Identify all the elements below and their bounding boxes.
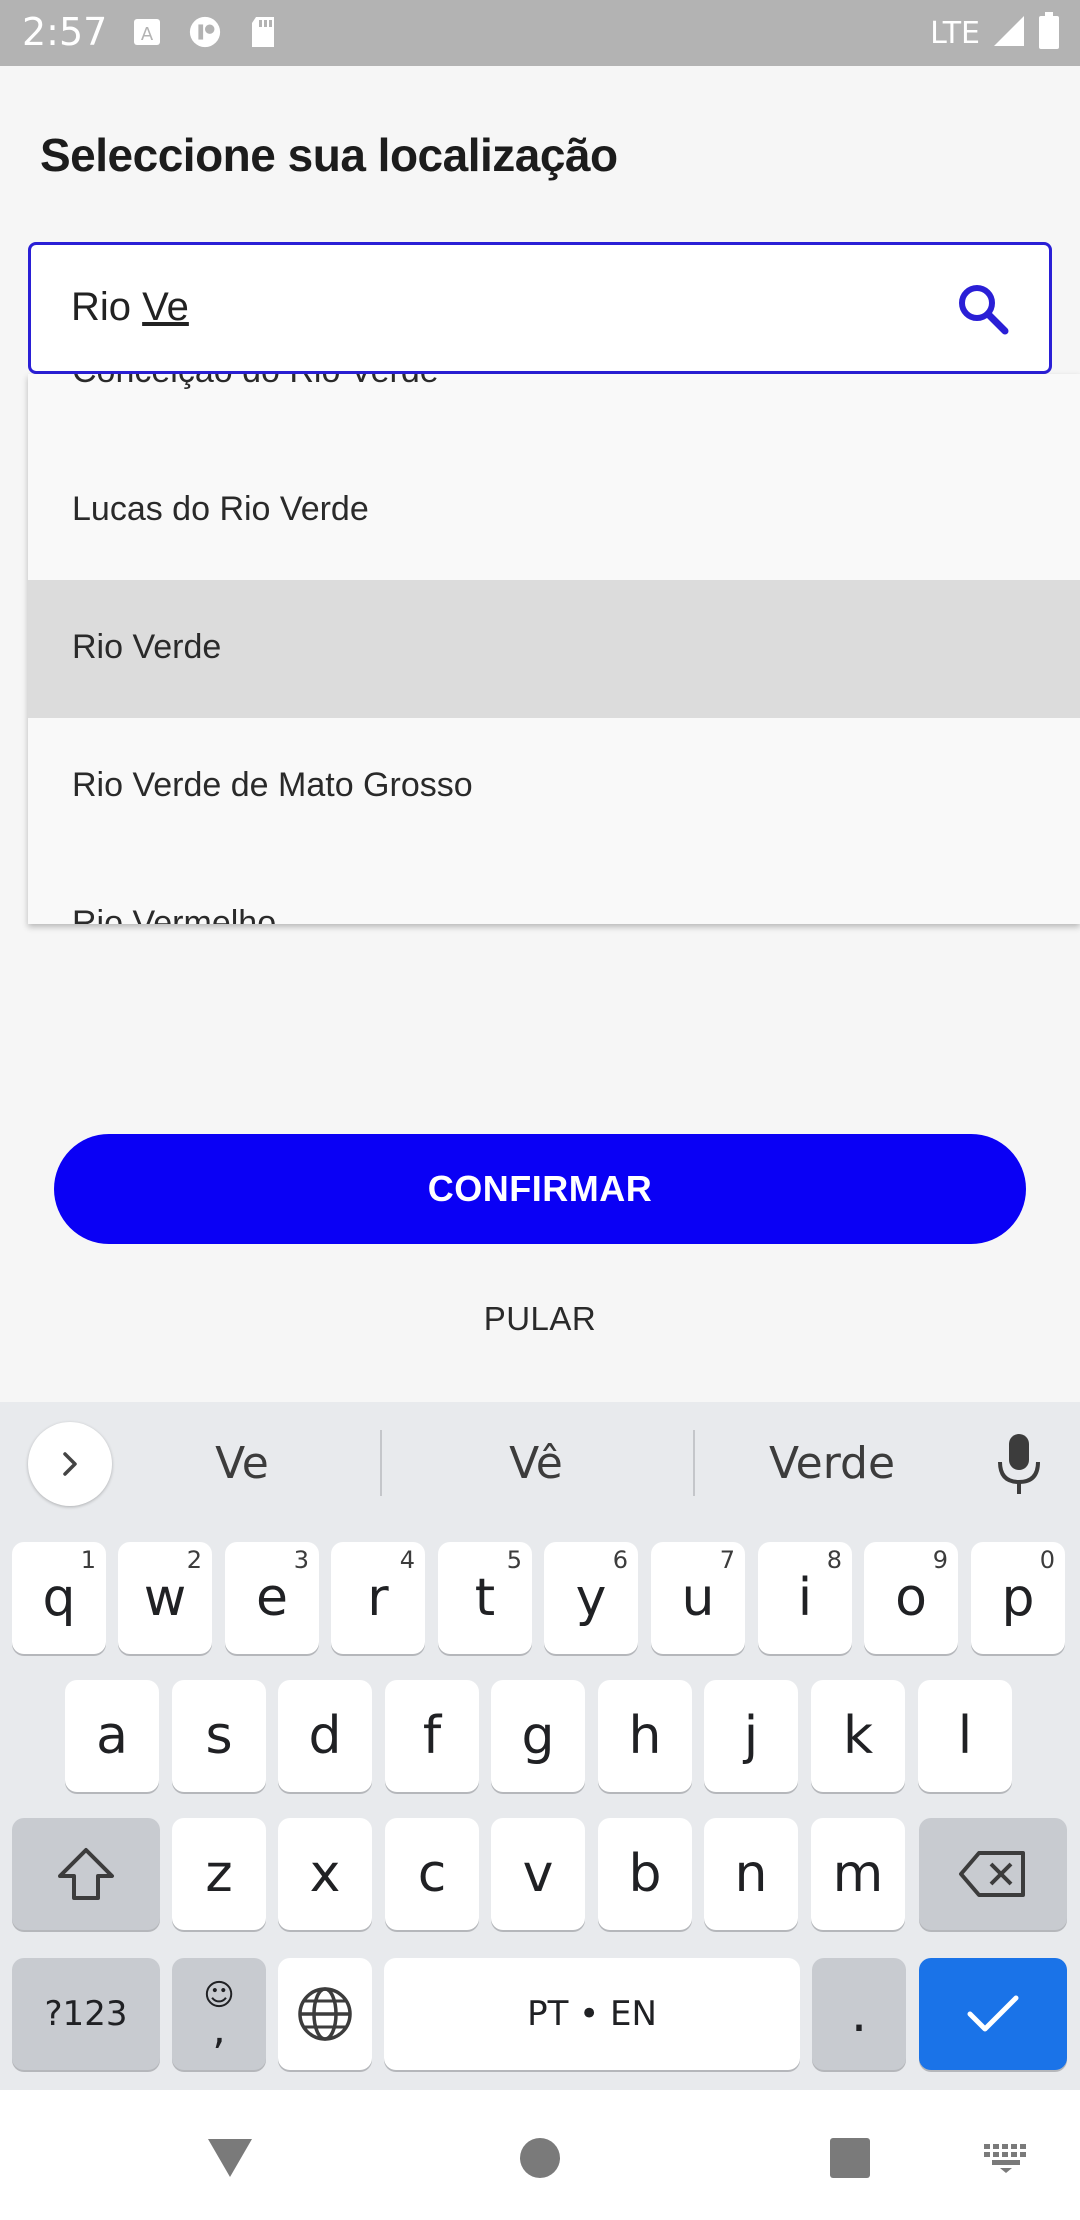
- back-icon[interactable]: [200, 2128, 260, 2188]
- key-t[interactable]: t5: [438, 1542, 532, 1654]
- suggestion-3[interactable]: Verde: [702, 1438, 962, 1489]
- key-o[interactable]: o9: [864, 1542, 958, 1654]
- list-item-label: Rio Verde: [72, 628, 222, 666]
- key-d[interactable]: d: [278, 1680, 372, 1792]
- language-key[interactable]: [278, 1958, 372, 2070]
- key-m[interactable]: m: [811, 1818, 905, 1930]
- page-title: Seleccione sua localização: [40, 129, 618, 181]
- key-a[interactable]: a: [65, 1680, 159, 1792]
- key-p[interactable]: p0: [971, 1542, 1065, 1654]
- search-value-prefix: Rio: [71, 285, 143, 329]
- skip-button[interactable]: PULAR: [440, 1300, 640, 1350]
- suggestion-divider: [380, 1430, 382, 1496]
- expand-toolbar-button[interactable]: [28, 1422, 112, 1506]
- search-value-composing: Ve: [142, 285, 189, 329]
- key-k[interactable]: k: [811, 1680, 905, 1792]
- location-search-field[interactable]: Rio Ve: [28, 242, 1052, 374]
- font-icon: A: [130, 14, 164, 50]
- list-item-label: Rio Vermelho: [72, 904, 277, 924]
- key-e[interactable]: e3: [225, 1542, 319, 1654]
- globe-icon: [298, 1987, 352, 2041]
- key-z[interactable]: z: [172, 1818, 266, 1930]
- key-g[interactable]: g: [491, 1680, 585, 1792]
- keyboard-icon[interactable]: [976, 2128, 1036, 2188]
- status-system-icons: LTE: [930, 12, 1060, 55]
- key-x[interactable]: x: [278, 1818, 372, 1930]
- key-c[interactable]: c: [385, 1818, 479, 1930]
- space-key[interactable]: PT • EN: [384, 1958, 800, 2070]
- key-v[interactable]: v: [491, 1818, 585, 1930]
- recents-icon[interactable]: [820, 2128, 880, 2188]
- key-i[interactable]: i8: [758, 1542, 852, 1654]
- shift-key[interactable]: [12, 1818, 160, 1930]
- key-l[interactable]: l: [918, 1680, 1012, 1792]
- suggestion-2[interactable]: Vê: [406, 1438, 666, 1489]
- shift-icon: [58, 1848, 114, 1900]
- comma-label: ,: [212, 2004, 226, 2053]
- battery-icon: [1038, 12, 1060, 55]
- list-item-label: Conceição do Rio Verde: [72, 374, 439, 391]
- key-q[interactable]: q1: [12, 1542, 106, 1654]
- svg-text:A: A: [141, 24, 154, 45]
- signal-icon: [992, 14, 1026, 53]
- confirm-button[interactable]: CONFIRMAR: [54, 1134, 1026, 1244]
- location-suggestions-list[interactable]: Conceição do Rio Verde Lucas do Rio Verd…: [28, 374, 1080, 924]
- symbols-key[interactable]: ?123: [12, 1958, 160, 2070]
- navigation-bar: [0, 2090, 1080, 2220]
- key-r[interactable]: r4: [331, 1542, 425, 1654]
- search-input[interactable]: Rio Ve: [71, 285, 189, 330]
- key-y[interactable]: y6: [544, 1542, 638, 1654]
- key-s[interactable]: s: [172, 1680, 266, 1792]
- status-notification-icons: A: [130, 14, 280, 50]
- suggestion-divider: [693, 1430, 695, 1496]
- list-item[interactable]: Rio Vermelho: [28, 856, 1080, 924]
- chevron-right-icon: [63, 1452, 77, 1476]
- list-item-label: Rio Verde de Mato Grosso: [72, 766, 473, 804]
- list-item-selected[interactable]: Rio Verde: [28, 580, 1080, 718]
- suggestion-1[interactable]: Ve: [112, 1438, 372, 1489]
- key-h[interactable]: h: [598, 1680, 692, 1792]
- checkmark-icon: [967, 1995, 1019, 2032]
- suggestion-bar: Ve Vê Verde: [0, 1402, 1080, 1526]
- emoji-comma-key[interactable]: ☺ ,: [172, 1958, 266, 2070]
- backspace-key[interactable]: [919, 1818, 1067, 1930]
- key-b[interactable]: b: [598, 1818, 692, 1930]
- status-time: 2:57: [22, 10, 108, 54]
- app-icon: [188, 14, 222, 50]
- network-type: LTE: [930, 16, 980, 51]
- microphone-icon[interactable]: [994, 1432, 1044, 1498]
- soft-keyboard: Ve Vê Verde q1 w2 e3 r4 t5 y6 u7 i8 o9 p…: [0, 1402, 1080, 2090]
- status-bar: 2:57 A LTE: [0, 0, 1080, 66]
- sd-card-icon: [246, 14, 280, 50]
- list-item[interactable]: Conceição do Rio Verde: [28, 374, 1080, 442]
- key-w[interactable]: w2: [118, 1542, 212, 1654]
- backspace-icon: [959, 1851, 1025, 1897]
- period-key[interactable]: .: [812, 1958, 906, 2070]
- key-n[interactable]: n: [704, 1818, 798, 1930]
- list-item[interactable]: Lucas do Rio Verde: [28, 442, 1080, 580]
- home-icon[interactable]: [510, 2128, 570, 2188]
- search-icon[interactable]: [955, 281, 1011, 337]
- key-f[interactable]: f: [385, 1680, 479, 1792]
- list-item[interactable]: Rio Verde de Mato Grosso: [28, 718, 1080, 856]
- list-item-label: Lucas do Rio Verde: [72, 490, 369, 528]
- key-u[interactable]: u7: [651, 1542, 745, 1654]
- done-key[interactable]: [919, 1958, 1067, 2070]
- key-j[interactable]: j: [704, 1680, 798, 1792]
